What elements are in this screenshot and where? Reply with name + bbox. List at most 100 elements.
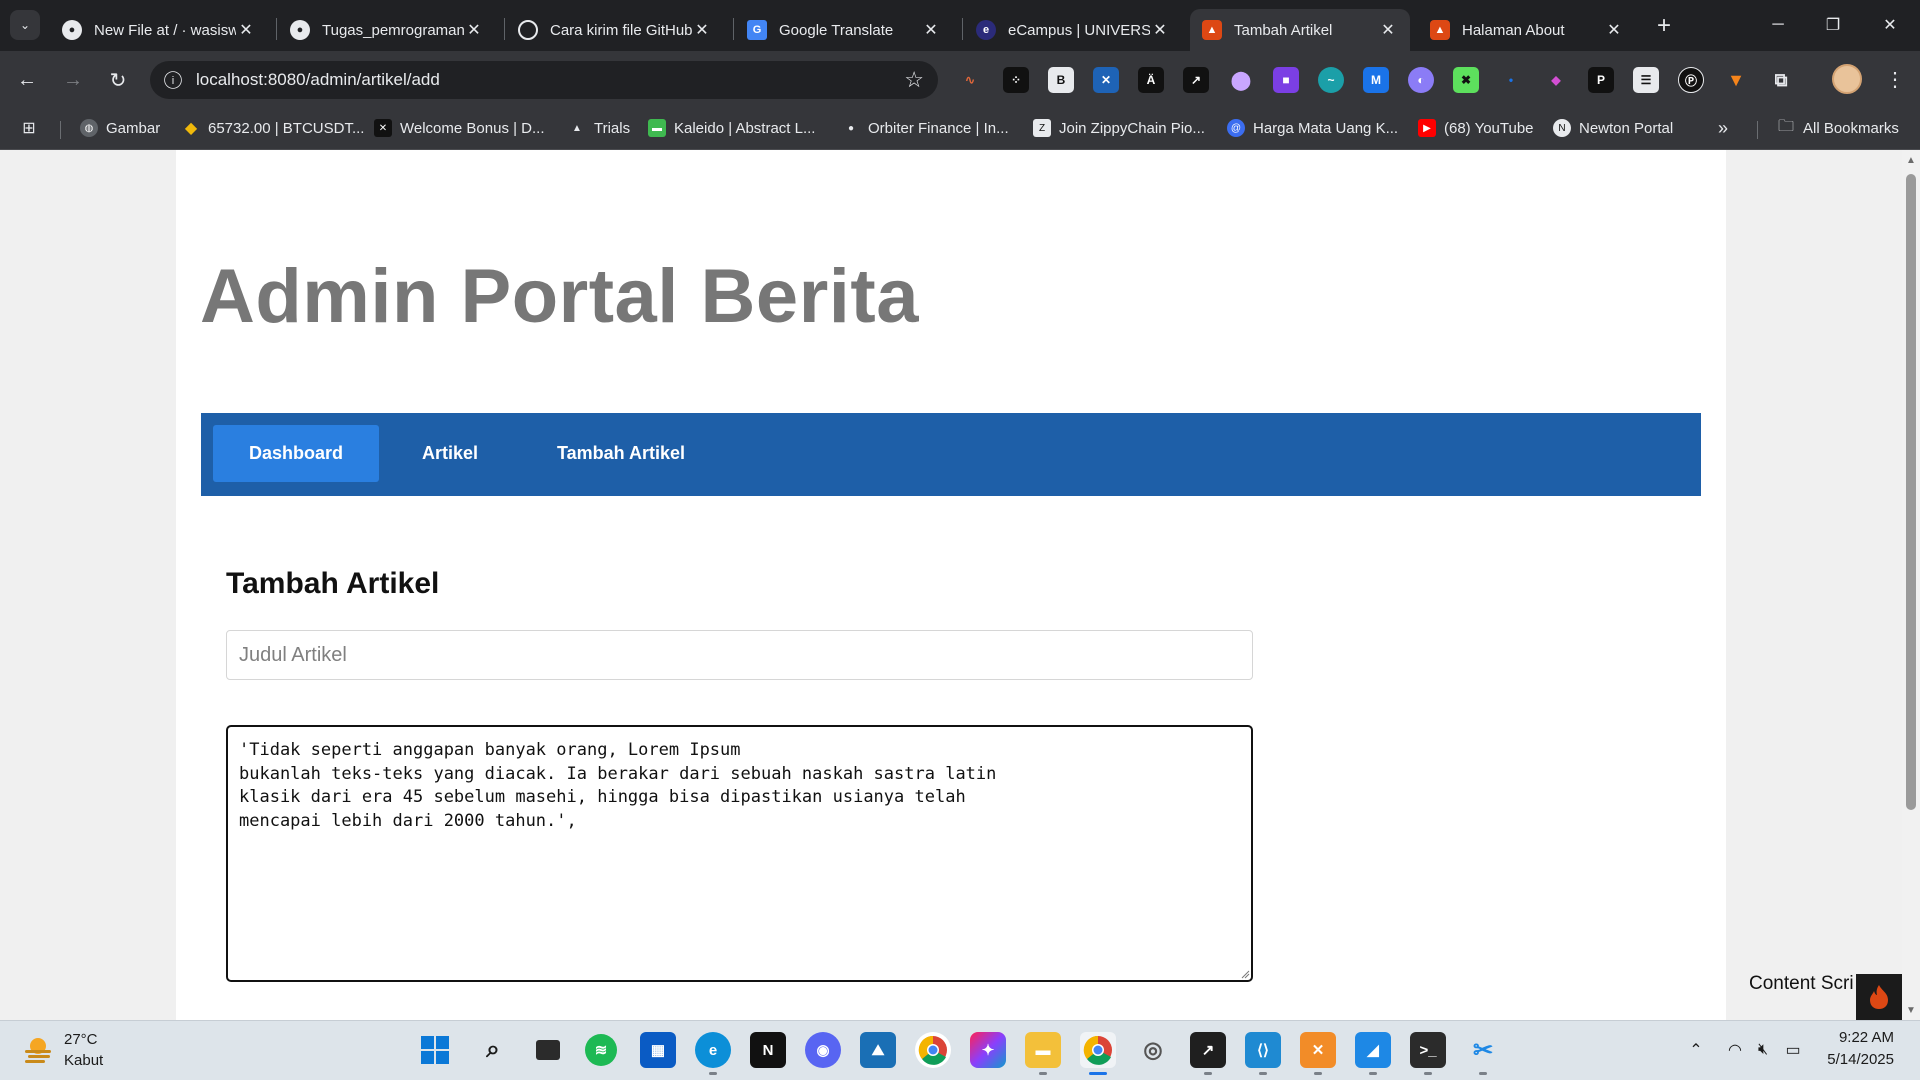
- all-bookmarks-button[interactable]: 🗀 All Bookmarks: [1777, 117, 1899, 139]
- bookmark-item[interactable]: ◍ Gambar: [80, 117, 160, 139]
- extension-icon[interactable]: B: [1048, 67, 1074, 93]
- task-view-icon[interactable]: [530, 1032, 566, 1068]
- clock-time[interactable]: 9:22 AM: [1830, 1029, 1894, 1046]
- article-title-input[interactable]: [226, 630, 1253, 680]
- nav-dashboard[interactable]: Dashboard: [213, 425, 379, 482]
- profile-avatar[interactable]: [1832, 64, 1862, 94]
- more-bookmarks-button[interactable]: »: [1718, 117, 1728, 139]
- chrome-icon[interactable]: [915, 1032, 951, 1068]
- tab-chatgpt[interactable]: Cara kirim file GitHub ✕: [506, 9, 724, 51]
- close-icon[interactable]: ✕: [921, 20, 941, 40]
- tab-github-new-file[interactable]: ● New File at / · wasisw ✕: [50, 9, 268, 51]
- tab-google-translate[interactable]: G Google Translate ✕: [735, 9, 953, 51]
- resize-grip-icon[interactable]: [1240, 969, 1250, 979]
- nav-artikel[interactable]: Artikel: [391, 425, 509, 482]
- tab-search-button[interactable]: ⌄: [10, 10, 40, 40]
- chrome-profile-icon[interactable]: [1080, 1032, 1116, 1068]
- extension-icon[interactable]: Ä: [1138, 67, 1164, 93]
- tab-tambah-artikel[interactable]: ▲ Tambah Artikel ✕: [1190, 9, 1410, 51]
- menu-lines-icon[interactable]: ☰: [1633, 67, 1659, 93]
- apps-button[interactable]: ⊞: [20, 117, 46, 139]
- microsoft-store-icon[interactable]: ▦: [640, 1032, 676, 1068]
- bookmark-item[interactable]: ▬ Kaleido | Abstract L...: [648, 117, 815, 139]
- bookmark-item[interactable]: ▲ Trials: [568, 117, 630, 139]
- article-content-textarea[interactable]: 'Tidak seperti anggapan banyak orang, Lo…: [226, 725, 1253, 982]
- notion-icon[interactable]: N: [750, 1032, 786, 1068]
- restore-button[interactable]: ❐: [1813, 10, 1853, 40]
- chevron-up-icon[interactable]: ⌃: [1685, 1039, 1707, 1061]
- scroll-up-icon[interactable]: ▲: [1905, 154, 1917, 166]
- reload-button[interactable]: ↻: [103, 65, 133, 95]
- vscode-icon[interactable]: ⟨⟩: [1245, 1032, 1281, 1068]
- address-url[interactable]: localhost:8080/admin/artikel/add: [196, 70, 440, 90]
- weather-fog-icon[interactable]: [22, 1034, 54, 1066]
- forward-button[interactable]: →: [58, 65, 88, 95]
- network-app-icon[interactable]: ◎: [1135, 1032, 1171, 1068]
- bookmark-star-icon[interactable]: ☆: [904, 67, 924, 93]
- tab-ecampus[interactable]: e eCampus | UNIVERSI ✕: [964, 9, 1182, 51]
- tab-title: eCampus | UNIVERSI: [1008, 21, 1150, 39]
- clock-date[interactable]: 5/14/2025: [1820, 1051, 1894, 1068]
- bookmark-item[interactable]: @ Harga Mata Uang K...: [1227, 117, 1398, 139]
- extension-icon[interactable]: P: [1588, 67, 1614, 93]
- page-scrollbar[interactable]: ▲ ▼: [1902, 150, 1920, 1020]
- xampp-icon[interactable]: ✕: [1300, 1032, 1336, 1068]
- extension-icon[interactable]: ⁘: [1003, 67, 1029, 93]
- bookmark-item[interactable]: ✕ Welcome Bonus | D...: [374, 117, 545, 139]
- bookmark-item[interactable]: Z Join ZippyChain Pio...: [1033, 117, 1205, 139]
- puzzle-icon[interactable]: ⧉: [1768, 67, 1794, 93]
- extension-icon[interactable]: Ⓟ: [1678, 67, 1704, 93]
- discord-icon[interactable]: ◉: [805, 1032, 841, 1068]
- terminal-app-icon[interactable]: ↗: [1190, 1032, 1226, 1068]
- site-info-icon[interactable]: i: [164, 71, 182, 89]
- extension-icon[interactable]: ↗: [1183, 67, 1209, 93]
- close-icon[interactable]: ✕: [1150, 20, 1170, 40]
- windows-terminal-icon[interactable]: >_: [1410, 1032, 1446, 1068]
- battery-icon[interactable]: ▭: [1782, 1039, 1804, 1061]
- extension-icon[interactable]: ◐: [1408, 67, 1434, 93]
- snipping-tool-icon[interactable]: ✂: [1465, 1032, 1501, 1068]
- scroll-down-icon[interactable]: ▼: [1905, 1004, 1917, 1016]
- copilot-icon[interactable]: ✦: [970, 1032, 1006, 1068]
- tab-halaman-about[interactable]: ▲ Halaman About ✕: [1418, 9, 1636, 51]
- close-icon[interactable]: ✕: [464, 20, 484, 40]
- search-icon[interactable]: ⌕: [475, 1032, 511, 1068]
- close-icon[interactable]: ✕: [236, 20, 256, 40]
- close-window-button[interactable]: ✕: [1870, 10, 1910, 40]
- photos-icon[interactable]: ⛰: [860, 1032, 896, 1068]
- extension-icon[interactable]: ✖: [1453, 67, 1479, 93]
- bookmark-item[interactable]: ● Orbiter Finance | In...: [842, 117, 1009, 139]
- extension-icon[interactable]: M: [1363, 67, 1389, 93]
- address-bar[interactable]: i localhost:8080/admin/artikel/add ☆: [150, 61, 938, 99]
- extension-icon[interactable]: ◆: [1543, 67, 1569, 93]
- close-icon[interactable]: ✕: [692, 20, 712, 40]
- minimize-button[interactable]: ─: [1758, 10, 1798, 40]
- file-explorer-icon[interactable]: ▬: [1025, 1032, 1061, 1068]
- snipping-app-icon[interactable]: ◢: [1355, 1032, 1391, 1068]
- nav-tambah-artikel[interactable]: Tambah Artikel: [521, 425, 721, 482]
- map-pin-icon[interactable]: ⬤: [1228, 67, 1254, 93]
- spotify-icon[interactable]: ≋: [585, 1034, 617, 1066]
- extension-icon[interactable]: ~: [1318, 67, 1344, 93]
- close-icon[interactable]: ✕: [1378, 20, 1398, 40]
- browser-menu-button[interactable]: ⋮: [1880, 64, 1910, 94]
- extension-icon[interactable]: •: [1498, 67, 1524, 93]
- metamask-fox-icon[interactable]: ▼: [1723, 67, 1749, 93]
- extension-icon[interactable]: ■: [1273, 67, 1299, 93]
- floating-extension-button[interactable]: [1856, 974, 1902, 1020]
- new-tab-button[interactable]: +: [1650, 12, 1678, 40]
- back-button[interactable]: ←: [12, 65, 42, 95]
- bookmark-item[interactable]: N Newton Portal: [1553, 117, 1673, 139]
- extension-icon[interactable]: ∿: [957, 67, 983, 93]
- wifi-icon[interactable]: ◠: [1724, 1039, 1746, 1061]
- start-button[interactable]: [417, 1032, 453, 1068]
- close-icon[interactable]: ✕: [1604, 20, 1624, 40]
- extension-icon[interactable]: ✕: [1093, 67, 1119, 93]
- scrollbar-thumb[interactable]: [1906, 174, 1916, 810]
- speaker-muted-icon[interactable]: 🔇︎: [1752, 1039, 1774, 1061]
- tab-github-tugas[interactable]: ● Tugas_pemrograman_ ✕: [278, 9, 496, 51]
- bookmark-item[interactable]: ◆ 65732.00 | BTCUSDT...: [182, 117, 365, 139]
- edge-icon[interactable]: e: [695, 1032, 731, 1068]
- apps-grid-icon: ⊞: [22, 120, 36, 137]
- bookmark-item[interactable]: ▶ (68) YouTube: [1418, 117, 1534, 139]
